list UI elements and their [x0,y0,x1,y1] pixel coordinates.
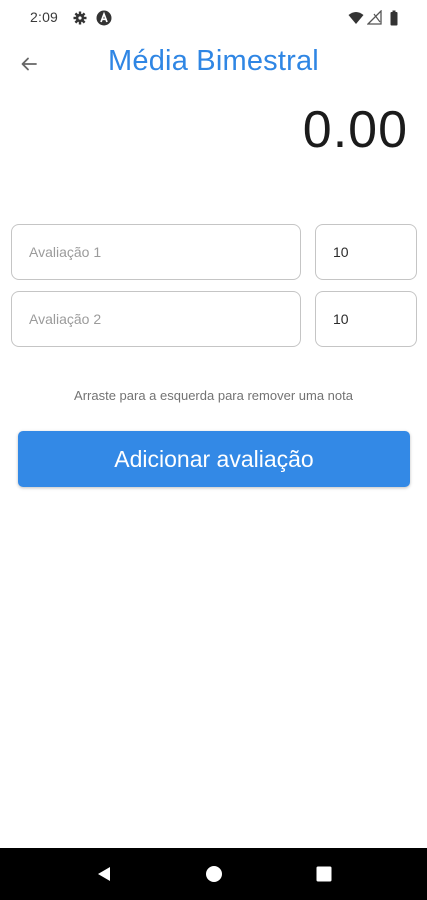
grade-name-input[interactable] [11,224,301,280]
grade-value-input[interactable] [315,224,417,280]
grade-name-input[interactable] [11,291,301,347]
average-value: 0.00 [302,101,408,159]
grade-value-input[interactable] [315,291,417,347]
nav-home-button[interactable] [204,864,224,884]
grade-row [11,291,417,351]
home-circle-icon [206,866,222,882]
back-triangle-icon [98,867,110,881]
recents-square-icon [316,866,332,882]
signal-icon [366,9,383,26]
nav-recents-button[interactable] [314,864,334,884]
grade-row [11,224,417,284]
status-bar: 2:09 [0,0,427,36]
page-title: Média Bimestral [108,45,319,77]
gear-icon [72,10,88,26]
wifi-icon [348,10,364,26]
navigation-bar [0,848,427,900]
status-time: 2:09 [30,9,59,25]
a-icon [96,10,112,26]
battery-icon [386,10,402,26]
add-evaluation-button[interactable]: Adicionar avaliação [18,431,410,487]
nav-back-button[interactable] [94,864,114,884]
swipe-hint: Arraste para a esquerda para remover uma… [74,388,353,403]
